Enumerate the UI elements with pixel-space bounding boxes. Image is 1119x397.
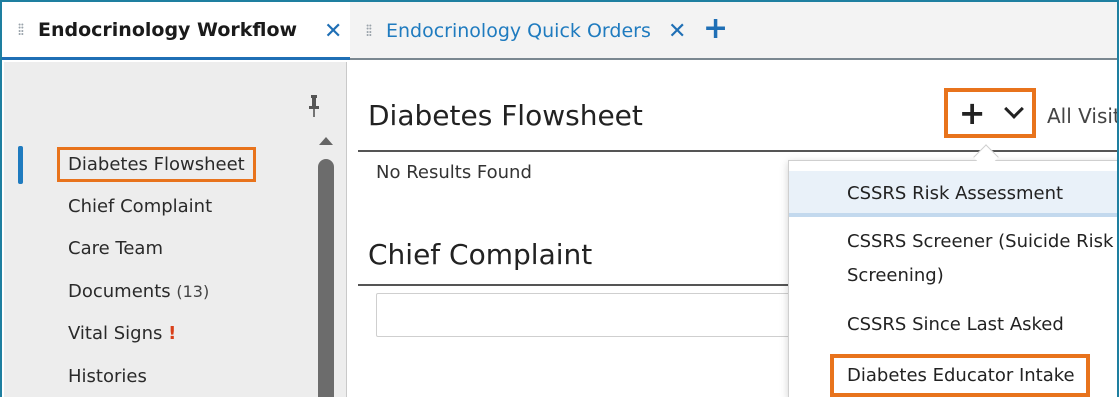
count-badge: (13) — [176, 282, 210, 301]
close-icon[interactable]: ✕ — [324, 19, 342, 44]
menu-item-cssrs-screener[interactable]: CSSRS Screener (Suicide Risk Screening) — [789, 225, 1117, 293]
nav-item-label: Vital Signs — [68, 323, 163, 344]
nav-item-label: Care Team — [68, 238, 163, 259]
drag-grip-icon[interactable]: ⁞⁞ — [2, 20, 38, 40]
section-title-chief-complaint: Chief Complaint — [368, 238, 593, 271]
nav-item-label: Documents — [68, 281, 171, 302]
tab-endocrinology-workflow[interactable]: ⁞⁞ Endocrinology Workflow ✕ — [2, 2, 350, 60]
add-menu-button[interactable]: + — [944, 88, 1036, 138]
nav-item-chief-complaint[interactable]: Chief Complaint — [68, 196, 212, 217]
no-results-text: No Results Found — [376, 162, 532, 183]
close-icon[interactable]: ✕ — [668, 19, 686, 44]
highlight-box — [830, 354, 1090, 397]
chevron-down-icon — [1004, 99, 1025, 119]
active-indicator — [18, 146, 23, 184]
section-title-diabetes-flowsheet: Diabetes Flowsheet — [368, 99, 643, 132]
nav-item-label: Chief Complaint — [68, 196, 213, 217]
plus-icon: + — [958, 94, 986, 132]
nav-item-label: Histories — [68, 366, 147, 387]
menu-item-label-line2: Screening) — [847, 265, 944, 286]
drag-grip-icon[interactable]: ⁞⁞ — [350, 21, 386, 41]
chief-complaint-input[interactable] — [376, 293, 816, 337]
menu-item-cssrs-risk-assessment[interactable]: CSSRS Risk Assessment — [789, 171, 1117, 217]
menu-item-label: CSSRS Risk Assessment — [847, 183, 1064, 204]
tab-label: Endocrinology Quick Orders — [386, 20, 651, 42]
tab-endocrinology-quick-orders[interactable]: ⁞⁞ Endocrinology Quick Orders ✕ — [350, 2, 700, 60]
nav-item-vital-signs[interactable]: Vital Signs ! — [68, 323, 176, 344]
tab-label: Endocrinology Workflow — [38, 18, 298, 41]
nav-item-diabetes-flowsheet[interactable]: Diabetes Flowsheet — [57, 147, 256, 182]
menu-item-cssrs-since-last-asked[interactable]: CSSRS Since Last Asked — [789, 308, 1117, 342]
scrollbar-thumb[interactable] — [318, 159, 334, 397]
exclamation-icon: ! — [168, 323, 177, 344]
nav-item-histories[interactable]: Histories — [68, 366, 147, 387]
section-divider — [358, 150, 1117, 152]
app-window: ⁞⁞ Endocrinology Workflow ✕ ⁞⁞ Endocrino… — [0, 0, 1119, 397]
menu-item-label: CSSRS Since Last Asked — [847, 314, 1064, 335]
left-nav: Diabetes Flowsheet Chief Complaint Care … — [4, 62, 347, 397]
scroll-up-arrow[interactable] — [319, 137, 333, 145]
pin-icon[interactable] — [308, 95, 320, 117]
plus-icon[interactable]: + — [703, 14, 728, 44]
nav-item-care-team[interactable]: Care Team — [68, 238, 163, 259]
menu-item-label-line1: CSSRS Screener (Suicide Risk — [847, 231, 1114, 252]
nav-item-documents[interactable]: Documents (13) — [68, 281, 209, 302]
nav-item-label: Diabetes Flowsheet — [68, 154, 245, 175]
tab-bar: ⁞⁞ Endocrinology Workflow ✕ ⁞⁞ Endocrino… — [2, 2, 1117, 60]
visit-filter[interactable]: All Visits — [1047, 104, 1117, 128]
